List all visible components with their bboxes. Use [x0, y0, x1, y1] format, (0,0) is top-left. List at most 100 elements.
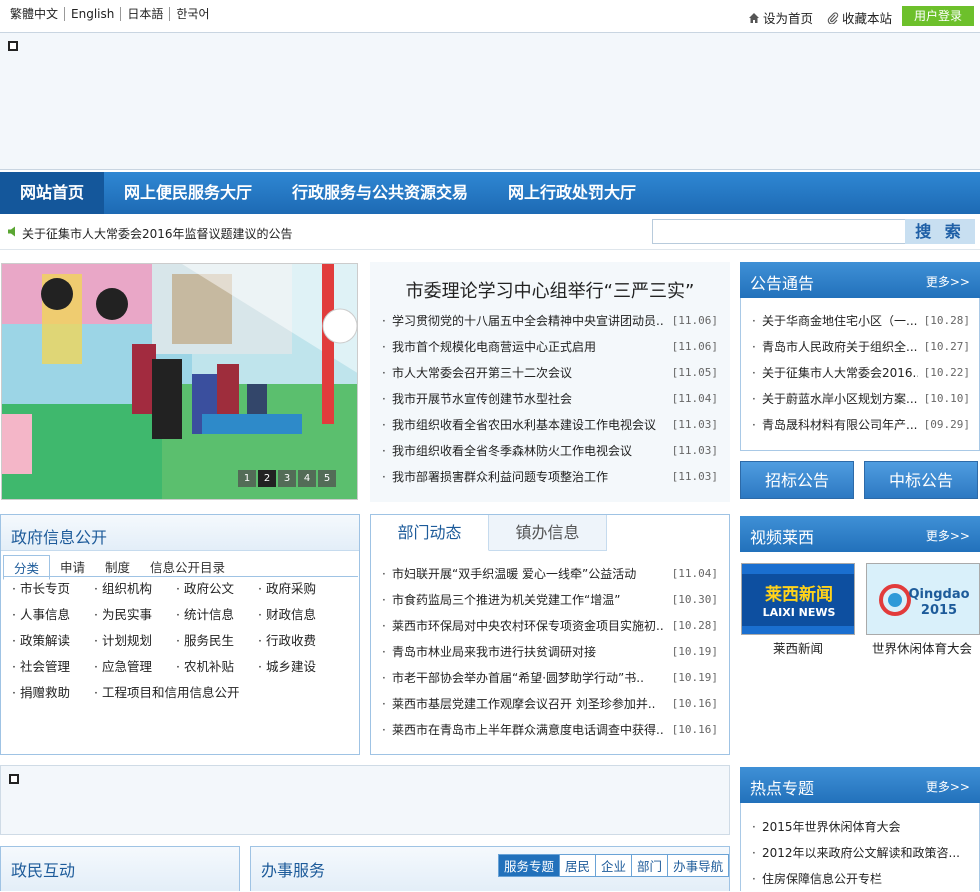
news-photo[interactable]	[1, 263, 358, 500]
notice-title[interactable]: 关于征集市人大常委会2016...	[762, 360, 918, 386]
headline-title[interactable]: 市委理论学习中心组举行“三严三实”	[370, 277, 730, 303]
hot-topics-more-link[interactable]: 更多>>	[926, 778, 970, 795]
nav-admin-service-trading[interactable]: 行政服务与公共资源交易	[272, 172, 488, 214]
tab-residents[interactable]: 居民	[559, 855, 596, 876]
video-caption[interactable]: 世界休闲体育大会	[864, 638, 980, 657]
list-item[interactable]: · 青岛市林业局来我市进行扶贫调研对接 [10.19]	[382, 639, 718, 665]
list-item[interactable]: · 2012年以来政府公文解读和政策咨...	[752, 840, 970, 866]
lang-japanese[interactable]: 日本語	[120, 7, 169, 21]
tab-departments[interactable]: 部门	[631, 855, 668, 876]
notice-title[interactable]: 关于蔚蓝水岸小区规划方案...	[762, 386, 918, 412]
login-button[interactable]: 用户登录	[902, 6, 974, 26]
ticker-text[interactable]: 关于征集市人大常委会2016年监督议题建议的公告	[22, 225, 293, 242]
list-item[interactable]: · 关于华商金地住宅小区（一... [10.28]	[752, 308, 970, 334]
bookmark-link[interactable]: 收藏本站	[827, 8, 892, 27]
list-item[interactable]: · 市人大常委会召开第三十二次会议 [11.05]	[382, 360, 718, 386]
notice-title[interactable]: 青岛市人民政府关于组织全...	[762, 334, 918, 360]
nav-admin-penalty-hall[interactable]: 网上行政处罚大厅	[488, 172, 656, 214]
category-link[interactable]: · 人事信息	[12, 602, 94, 628]
list-item[interactable]: · 住房保障信息公开专栏	[752, 866, 970, 892]
topic-title[interactable]: 2012年以来政府公文解读和政策咨...	[762, 840, 967, 866]
notice-title[interactable]: 青岛晟科材料有限公司年产...	[762, 412, 918, 438]
list-item[interactable]: · 我市组织收看全省农田水利基本建设工作电视会议 [11.03]	[382, 412, 718, 438]
news-title[interactable]: 青岛市林业局来我市进行扶贫调研对接	[392, 639, 672, 665]
lang-traditional-chinese[interactable]: 繁體中文	[10, 7, 64, 21]
slide-page-3[interactable]: 3	[278, 470, 296, 487]
category-link[interactable]: · 应急管理	[94, 654, 176, 680]
slide-page-5[interactable]: 5	[318, 470, 336, 487]
video-more-link[interactable]: 更多>>	[926, 527, 970, 544]
tab-dept-news[interactable]: 部门动态	[371, 515, 489, 551]
list-item[interactable]: · 我市开展节水宣传创建节水型社会 [11.04]	[382, 386, 718, 412]
list-item[interactable]: · 我市首个规模化电商营运中心正式启用 [11.06]	[382, 334, 718, 360]
list-item[interactable]: · 学习贯彻党的十八届五中全会精神中央宣讲团动员.. [11.06]	[382, 308, 718, 334]
news-title[interactable]: 我市开展节水宣传创建节水型社会	[392, 386, 672, 412]
search-button[interactable]: 搜 索	[905, 219, 975, 244]
topic-title[interactable]: 2015年世界休闲体育大会	[762, 814, 967, 840]
news-title[interactable]: 学习贯彻党的十八届五中全会精神中央宣讲团动员..	[392, 308, 672, 334]
category-link[interactable]: · 行政收费	[258, 628, 340, 654]
category-link[interactable]: · 市长专页	[12, 576, 94, 602]
search-input[interactable]	[652, 219, 906, 244]
category-link[interactable]: · 为民实事	[94, 602, 176, 628]
video-thumb-laixi-news[interactable]: 莱西新闻 LAIXI NEWS	[741, 563, 855, 635]
category-link[interactable]: · 工程项目和信用信息公开	[94, 680, 258, 706]
news-title[interactable]: 莱西市在青岛市上半年群众满意度电话调查中获得..	[392, 717, 672, 743]
list-item[interactable]: · 我市部署损害群众利益问题专项整治工作 [11.03]	[382, 464, 718, 490]
tab-service-guide[interactable]: 办事导航	[667, 855, 729, 876]
list-item[interactable]: · 市妇联开展“双手织温暖 爱心一线牵”公益活动 [11.04]	[382, 561, 718, 587]
set-home-link[interactable]: 设为首页	[748, 8, 813, 27]
list-item[interactable]: · 莱西市环保局对中央农村环保专项资金项目实施初.. [10.28]	[382, 613, 718, 639]
list-item[interactable]: · 我市组织收看全省冬季森林防火工作电视会议 [11.03]	[382, 438, 718, 464]
list-item[interactable]: · 关于蔚蓝水岸小区规划方案... [10.10]	[752, 386, 970, 412]
topic-title[interactable]: 住房保障信息公开专栏	[762, 866, 967, 892]
news-title[interactable]: 市人大常委会召开第三十二次会议	[392, 360, 672, 386]
slide-page-1[interactable]: 1	[238, 470, 256, 487]
news-title[interactable]: 我市组织收看全省农田水利基本建设工作电视会议	[392, 412, 672, 438]
news-title[interactable]: 我市部署损害群众利益问题专项整治工作	[392, 464, 672, 490]
video-caption[interactable]: 莱西新闻	[741, 638, 855, 657]
list-item[interactable]: · 市老干部协会举办首届“希望·圆梦助学行动”书.. [10.19]	[382, 665, 718, 691]
award-notice-button[interactable]: 中标公告	[864, 461, 978, 499]
news-title[interactable]: 莱西市基层党建工作观摩会议召开 刘圣珍参加并..	[392, 691, 672, 717]
list-item[interactable]: · 莱西市基层党建工作观摩会议召开 刘圣珍参加并.. [10.16]	[382, 691, 718, 717]
slide-page-4[interactable]: 4	[298, 470, 316, 487]
notices-more-link[interactable]: 更多>>	[926, 273, 970, 290]
notice-title[interactable]: 关于华商金地住宅小区（一...	[762, 308, 918, 334]
category-link[interactable]: · 服务民生	[176, 628, 258, 654]
list-item[interactable]: · 关于征集市人大常委会2016... [10.22]	[752, 360, 970, 386]
category-link[interactable]: · 社会管理	[12, 654, 94, 680]
category-link[interactable]: · 捐赠救助	[12, 680, 94, 706]
news-title[interactable]: 我市首个规模化电商营运中心正式启用	[392, 334, 672, 360]
category-link[interactable]: · 财政信息	[258, 602, 340, 628]
news-title[interactable]: 市老干部协会举办首届“希望·圆梦助学行动”书..	[392, 665, 672, 691]
news-title[interactable]: 莱西市环保局对中央农村环保专项资金项目实施初..	[392, 613, 672, 639]
news-title[interactable]: 我市组织收看全省冬季森林防火工作电视会议	[392, 438, 672, 464]
tab-enterprises[interactable]: 企业	[595, 855, 632, 876]
list-item[interactable]: · 青岛晟科材料有限公司年产... [09.29]	[752, 412, 970, 438]
tab-service-topics[interactable]: 服务专题	[499, 855, 560, 876]
category-link[interactable]: · 政府公文	[176, 576, 258, 602]
category-link[interactable]: · 政府采购	[258, 576, 340, 602]
news-title[interactable]: 市妇联开展“双手织温暖 爱心一线牵”公益活动	[392, 561, 672, 587]
list-item[interactable]: · 青岛市人民政府关于组织全... [10.27]	[752, 334, 970, 360]
list-item[interactable]: · 莱西市在青岛市上半年群众满意度电话调查中获得.. [10.16]	[382, 717, 718, 743]
category-link[interactable]: · 计划规划	[94, 628, 176, 654]
tab-town-info[interactable]: 镇办信息	[489, 515, 607, 551]
news-title[interactable]: 市食药监局三个推进为机关党建工作“增温”	[392, 587, 672, 613]
lang-english[interactable]: English	[64, 7, 120, 21]
video-thumb-leisure-games[interactable]: Qingdao 2015	[866, 563, 980, 635]
nav-online-service-hall[interactable]: 网上便民服务大厅	[104, 172, 272, 214]
nav-home[interactable]: 网站首页	[0, 172, 105, 214]
category-link[interactable]: · 政策解读	[12, 628, 94, 654]
category-link[interactable]: · 统计信息	[176, 602, 258, 628]
slide-page-2[interactable]: 2	[258, 470, 276, 487]
category-link[interactable]: · 城乡建设	[258, 654, 340, 680]
category-link[interactable]: · 组织机构	[94, 576, 176, 602]
tender-notice-button[interactable]: 招标公告	[740, 461, 854, 499]
lang-korean[interactable]: 한국어	[169, 7, 215, 21]
list-bullet: ·	[382, 619, 386, 633]
list-item[interactable]: · 2015年世界休闲体育大会	[752, 814, 970, 840]
category-link[interactable]: · 农机补贴	[176, 654, 258, 680]
list-item[interactable]: · 市食药监局三个推进为机关党建工作“增温” [10.30]	[382, 587, 718, 613]
